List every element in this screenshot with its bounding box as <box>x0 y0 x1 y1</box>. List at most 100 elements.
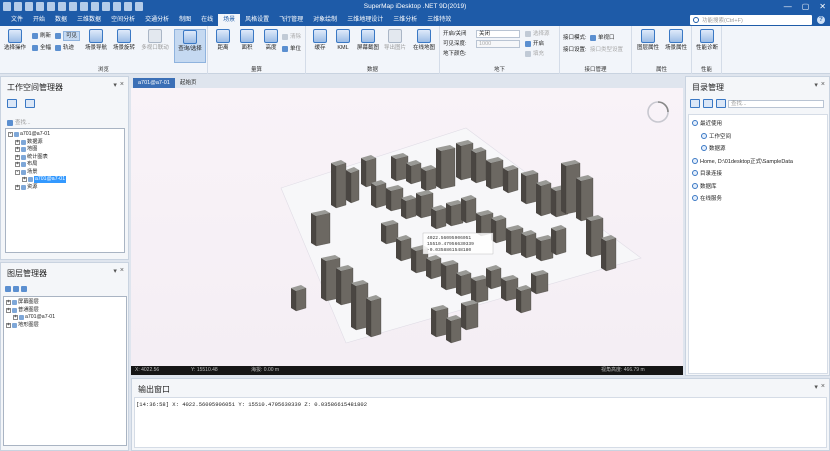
distance-button[interactable]: 距离 <box>211 29 235 52</box>
catalog-item[interactable]: Home, D:\01desktop正式\SampleData <box>692 157 793 165</box>
help-icon[interactable]: ? <box>817 16 825 24</box>
workspace-search-input[interactable]: 查找... <box>7 119 31 127</box>
select-operation-button[interactable]: 选择操作 <box>2 29 28 52</box>
expand-icon[interactable]: + <box>15 184 20 190</box>
menu-tab[interactable]: 文件 <box>6 14 28 26</box>
close-icon[interactable]: × <box>821 81 825 89</box>
performance-diag-button[interactable]: 性能诊断 <box>694 29 720 52</box>
workspace-open-icon[interactable] <box>7 99 17 108</box>
menu-tab[interactable]: 三维地理设计 <box>342 14 388 26</box>
menu-tab[interactable]: 空间分析 <box>106 14 140 26</box>
multi-view-button[interactable]: 多视口联动 <box>140 29 170 52</box>
catalog-item[interactable]: 在线服务 <box>692 194 722 202</box>
tree-node[interactable]: + 地图 <box>15 146 37 153</box>
query-select-button[interactable]: 查询/选择 <box>174 29 206 63</box>
underground-toggle-select[interactable]: 关闭 <box>476 30 520 38</box>
layer-style-icon[interactable] <box>13 286 19 292</box>
close-button[interactable]: ✕ <box>819 2 826 11</box>
expand-icon[interactable]: + <box>15 162 20 167</box>
catalog-item[interactable]: 最近使用 <box>692 119 722 127</box>
tree-node[interactable]: + 统计图表 <box>15 154 48 161</box>
close-icon[interactable]: × <box>120 267 124 275</box>
height-button[interactable]: 高度 <box>259 29 283 52</box>
tab-start-page[interactable]: 起始页 <box>175 78 202 88</box>
catalog-item[interactable]: 数据库 <box>692 182 717 190</box>
tree-node[interactable]: + 地形图层 <box>6 322 39 329</box>
interface-mode-select[interactable]: 单视口 <box>590 34 615 42</box>
track-button[interactable]: 轨迹 <box>55 44 74 52</box>
select-source-button[interactable]: 选择源 <box>525 30 550 38</box>
visible-depth-input[interactable]: 1000 <box>476 40 520 48</box>
online-map-button[interactable]: 在线地图 <box>410 29 438 52</box>
tree-node[interactable]: - 场景 <box>15 169 37 176</box>
tree-node[interactable]: + 资源 <box>15 184 37 191</box>
menu-tab[interactable]: 数据 <box>50 14 72 26</box>
new-layer-icon[interactable] <box>5 286 11 292</box>
menu-tab[interactable]: 三维特效 <box>422 14 456 26</box>
catalog-item[interactable]: 数据源 <box>701 144 726 152</box>
menu-tab[interactable]: 三维数据 <box>72 14 106 26</box>
maximize-button[interactable]: ▢ <box>802 2 810 11</box>
search-icon[interactable] <box>21 286 27 292</box>
catalog-item[interactable]: 工作空间 <box>701 132 731 140</box>
expand-icon[interactable]: + <box>15 147 20 152</box>
menu-tab[interactable]: 制图 <box>174 14 196 26</box>
expand-icon[interactable]: + <box>22 177 27 182</box>
fullview-button[interactable]: 全幅 <box>32 44 51 52</box>
minimize-button[interactable]: — <box>784 2 792 11</box>
function-search-input[interactable]: 功能搜索(Ctrl+F) <box>690 15 812 25</box>
expand-icon[interactable]: + <box>6 307 11 313</box>
refresh-button[interactable]: 刷新 <box>32 32 51 40</box>
expand-icon[interactable]: + <box>15 139 20 145</box>
tree-node[interactable]: + 屏幕图层 <box>6 299 39 306</box>
menu-tab[interactable]: 风格设置 <box>240 14 274 26</box>
menu-tab[interactable]: 飞行管理 <box>274 14 308 26</box>
pin-icon[interactable]: ▾ <box>113 267 117 275</box>
menu-tab[interactable]: 开始 <box>28 14 50 26</box>
pin-icon[interactable]: ▾ <box>113 81 117 89</box>
menu-tab[interactable]: 对象绘制 <box>308 14 342 26</box>
export-image-button[interactable]: 导出图片 <box>382 29 408 52</box>
catalog-new-icon[interactable] <box>690 99 700 108</box>
menu-tab[interactable]: 场景 <box>218 14 241 26</box>
catalog-delete-icon[interactable] <box>703 99 713 108</box>
tree-node[interactable]: + 布局 <box>15 161 37 168</box>
scene-viewport[interactable]: 4022.56095906051 15510.47956630339 -0.03… <box>131 88 683 366</box>
fill-button[interactable]: 填充 <box>525 50 544 58</box>
screen-capture-button[interactable]: 屏幕截图 <box>354 29 382 52</box>
open-button[interactable]: 开启 <box>525 40 544 48</box>
catalog-refresh-icon[interactable] <box>716 99 726 108</box>
menu-tab[interactable]: 三维分析 <box>388 14 422 26</box>
expand-icon[interactable]: + <box>6 322 11 328</box>
tab-scene[interactable]: a701@a7-01 <box>133 78 175 88</box>
expand-icon[interactable]: + <box>15 154 20 160</box>
pin-icon[interactable]: ▾ <box>814 383 818 391</box>
scene-nav-button[interactable]: 场景导航 <box>82 29 110 52</box>
close-icon[interactable]: × <box>821 383 825 391</box>
close-icon[interactable]: × <box>120 81 124 89</box>
scene-property-button[interactable]: 场景属性 <box>663 29 689 52</box>
cache-button[interactable]: 缓存 <box>308 29 332 52</box>
tree-node[interactable]: + a701@a7-01 <box>22 176 67 183</box>
catalog-item[interactable]: 目录连接 <box>692 169 722 177</box>
kml-button[interactable]: KML <box>332 29 354 52</box>
pin-icon[interactable]: ▾ <box>814 81 818 89</box>
unit-button[interactable]: 单位 <box>282 45 301 53</box>
expand-icon[interactable]: + <box>13 315 18 320</box>
scene-rotate-button[interactable]: 场景旋转 <box>110 29 138 52</box>
tree-node[interactable]: + 普通图层 <box>6 307 39 314</box>
interface-setting-select[interactable]: 接口类型设置 <box>590 46 623 54</box>
workspace-save-icon[interactable] <box>25 99 35 108</box>
collapse-icon[interactable]: - <box>8 132 13 137</box>
tree-node[interactable]: + a701@a7-01 <box>13 314 55 321</box>
clear-button[interactable]: 清除 <box>282 33 301 41</box>
catalog-search-input[interactable]: 查找... <box>728 100 824 108</box>
collapse-icon[interactable]: - <box>15 169 20 175</box>
expand-icon[interactable]: + <box>6 300 11 305</box>
layer-property-button[interactable]: 图层属性 <box>635 29 661 52</box>
menu-tab[interactable]: 交通分析 <box>140 14 174 26</box>
tree-node[interactable]: + 数据源 <box>15 139 43 146</box>
area-button[interactable]: 面积 <box>235 29 259 52</box>
menu-tab[interactable]: 在线 <box>196 14 218 26</box>
visible-toggle[interactable]: 可见 <box>55 31 81 41</box>
